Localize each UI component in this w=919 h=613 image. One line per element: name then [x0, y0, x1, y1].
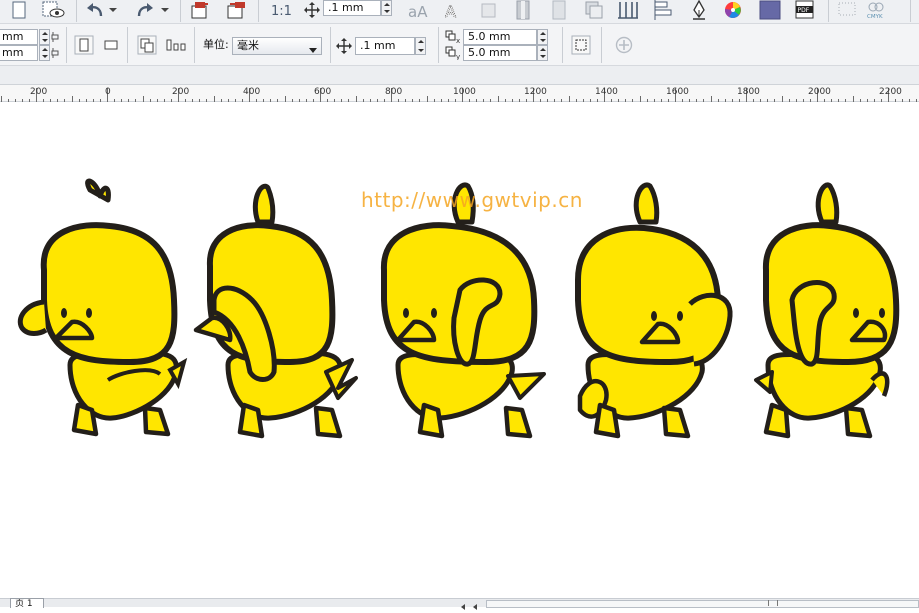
separator: [601, 27, 602, 63]
separator: [910, 0, 911, 22]
undo-dropdown-icon[interactable]: [106, 0, 120, 20]
separator: [258, 0, 259, 22]
add-icon[interactable]: [614, 35, 634, 55]
svg-text:1:1: 1:1: [271, 4, 292, 19]
nudge-distance-spinner[interactable]: [381, 0, 392, 16]
gradient-bar-light-icon[interactable]: [548, 0, 570, 20]
align-icon[interactable]: [652, 0, 674, 20]
svg-text:y: y: [456, 53, 460, 60]
separator: [66, 27, 67, 63]
nudge-distance-input[interactable]: .1 mm: [355, 37, 415, 55]
duplicate-distance-x-input[interactable]: 5.0 mm: [463, 29, 537, 45]
table-columns-icon[interactable]: [617, 0, 639, 20]
redo-dropdown-icon[interactable]: [158, 0, 172, 20]
new-page-icon[interactable]: [8, 0, 30, 20]
export-icon[interactable]: [226, 0, 248, 20]
separator: [828, 0, 829, 22]
scale-icon[interactable]: 1:1: [270, 0, 292, 20]
ruler-label: 1000: [453, 87, 476, 97]
duck-figure[interactable]: [17, 178, 188, 437]
page-frame-icon[interactable]: [570, 34, 592, 56]
ruler-label: 200: [172, 87, 190, 97]
duplicate-distance-y-input[interactable]: 5.0 mm: [463, 45, 537, 61]
drawing-canvas[interactable]: http://www.gwtvip.cn: [0, 102, 919, 598]
lock-ratio-icon[interactable]: [50, 29, 60, 45]
ruler-label: 1800: [737, 87, 760, 97]
ruler-label: 200: [30, 87, 48, 97]
standard-toolbar: 1:1 .1 mm aA A PDF CMYK: [0, 0, 919, 24]
chevron-down-icon: [309, 43, 317, 54]
ruler-label: 2000: [808, 87, 831, 97]
separator: [76, 0, 77, 22]
pdf-icon-label: PDF: [798, 7, 810, 14]
duck-figure[interactable]: [193, 183, 358, 439]
ruler-label: 2200: [879, 87, 902, 97]
property-bar: mm mm 单位: 毫米 .1 mm x 5.0 mm y 5.0 mm: [0, 24, 919, 66]
units-select[interactable]: 毫米: [232, 37, 322, 55]
separator: [127, 27, 128, 63]
ruler-label: 600: [314, 87, 332, 97]
units-select-value: 毫米: [237, 39, 259, 52]
pen-icon[interactable]: [688, 0, 710, 20]
ruler-label: 1600: [666, 87, 689, 97]
gradient-bar-icon[interactable]: [512, 0, 534, 20]
duplicate-distance-x-spinner[interactable]: [537, 29, 548, 45]
nudge-distance-input[interactable]: .1 mm: [323, 0, 381, 16]
pdf-icon[interactable]: PDF: [792, 0, 818, 20]
nudge-distance-spinner[interactable]: [415, 37, 426, 55]
watermark-text: http://www.gwtvip.cn: [361, 188, 583, 212]
page-width-input[interactable]: mm: [0, 29, 38, 45]
units-label: 单位:: [203, 38, 229, 51]
scrollbar-thumb-grip[interactable]: [768, 600, 778, 606]
separator: [180, 0, 181, 22]
redo-icon[interactable]: [134, 0, 156, 20]
portrait-icon[interactable]: [73, 35, 95, 55]
lock-ratio-icon[interactable]: [50, 45, 60, 61]
nudge-icon: [301, 0, 323, 20]
workspace-gap: [0, 66, 919, 84]
color-swatch-icon[interactable]: [757, 0, 783, 20]
text-outline-icon[interactable]: A: [441, 0, 467, 20]
undo-icon[interactable]: [84, 0, 106, 20]
page-height-input[interactable]: mm: [0, 45, 38, 61]
duplicate-x-icon: x: [445, 29, 463, 45]
landscape-icon[interactable]: [100, 35, 122, 55]
cmyk-icon-label: CMYK: [867, 14, 883, 20]
duck-figure[interactable]: [380, 182, 546, 439]
refresh-icon[interactable]: [478, 0, 500, 20]
svg-text:aA: aA: [408, 3, 428, 20]
import-icon[interactable]: [190, 0, 212, 20]
text-size-icon[interactable]: aA: [407, 0, 433, 20]
ducks-artwork[interactable]: [0, 102, 919, 598]
dotted-grid-icon[interactable]: [836, 0, 858, 20]
ruler-label: 0: [105, 87, 111, 97]
duck-figure[interactable]: [754, 182, 900, 439]
copy-pages-icon[interactable]: [583, 0, 605, 20]
separator: [194, 27, 195, 63]
ruler-label: 1200: [524, 87, 547, 97]
duplicate-y-icon: y: [445, 45, 463, 61]
duplicate-distance-y-spinner[interactable]: [537, 45, 548, 61]
page-width-spinner[interactable]: [39, 29, 50, 45]
all-pages-icon[interactable]: [136, 35, 158, 55]
color-wheel-icon[interactable]: [722, 0, 744, 20]
cmyk-icon[interactable]: CMYK: [864, 0, 890, 20]
nudge-icon: [335, 37, 353, 55]
ruler-label: 800: [385, 87, 403, 97]
view-icon[interactable]: [40, 0, 68, 20]
duck-figure[interactable]: [575, 182, 733, 439]
separator: [562, 27, 563, 63]
page-height-spinner[interactable]: [39, 45, 50, 61]
ruler-label: 400: [243, 87, 261, 97]
svg-text:x: x: [456, 37, 460, 44]
separator: [330, 27, 331, 63]
svg-text:A: A: [445, 2, 456, 20]
page-navigator-bar: 页 1: [0, 598, 919, 610]
separator: [438, 27, 439, 63]
current-page-icon[interactable]: [165, 35, 187, 55]
ruler-label: 1400: [595, 87, 618, 97]
horizontal-ruler[interactable]: 200 0 200 400 600 800 1000 1200 1400 160…: [0, 84, 919, 102]
